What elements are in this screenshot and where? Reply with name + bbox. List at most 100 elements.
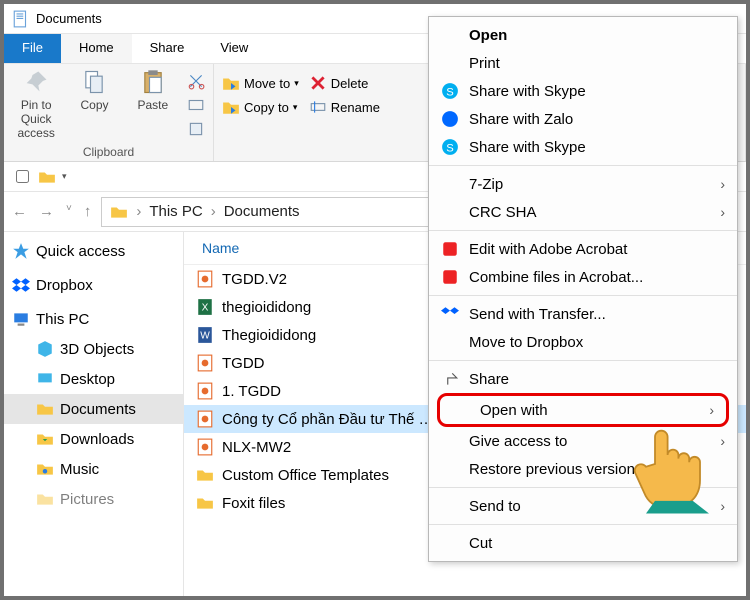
sidebar-item-dropbox[interactable]: Dropbox [4, 270, 183, 300]
nav-back-button[interactable]: ← [12, 203, 27, 220]
crumb-documents[interactable]: Documents [224, 203, 300, 220]
separator [429, 360, 737, 361]
folder-move-icon [222, 74, 240, 92]
svg-text:S: S [446, 87, 454, 99]
ctx-open[interactable]: Open [429, 21, 737, 49]
nav-recent-button[interactable]: ˅ [66, 203, 72, 220]
paste-button[interactable]: Paste [129, 68, 177, 112]
cube-icon [36, 340, 54, 358]
folder-copy-icon [222, 98, 240, 116]
select-all-checkbox[interactable] [16, 170, 29, 183]
desktop-icon [36, 370, 54, 388]
pin-icon [22, 68, 50, 96]
ctx-share-skype[interactable]: SShare with Skype [429, 77, 737, 105]
tab-home[interactable]: Home [61, 34, 132, 63]
pin-to-quick-access-button[interactable]: Pin to Quick access [12, 68, 60, 140]
chevron-right-icon: › [720, 176, 725, 192]
pdf-icon [196, 354, 214, 372]
word-icon: W [196, 326, 214, 344]
ctx-share-skype[interactable]: SShare with Skype [429, 133, 737, 161]
dropbox-icon [441, 305, 459, 323]
separator [429, 165, 737, 166]
navigation-pane: Quick access Dropbox This PC 3D Objects … [4, 232, 184, 596]
sidebar-item-3d-objects[interactable]: 3D Objects [4, 334, 183, 364]
sidebar-item-music[interactable]: Music [4, 454, 183, 484]
rename-icon [309, 98, 327, 116]
rename-button[interactable]: Rename [309, 98, 380, 116]
move-to-button[interactable]: Move to ▾ [222, 74, 299, 92]
ctx-open-with[interactable]: Open with› [440, 396, 726, 424]
ctx-send-to[interactable]: Send to› [429, 492, 737, 520]
paste-shortcut-icon[interactable] [187, 120, 205, 138]
highlight-open-with: Open with› [437, 393, 729, 427]
svg-text:W: W [200, 330, 210, 341]
separator [429, 295, 737, 296]
chevron-right-icon: › [720, 498, 725, 514]
tab-view[interactable]: View [202, 34, 266, 63]
share-icon [441, 370, 459, 388]
copy-button[interactable]: Copy [70, 68, 118, 112]
copy-path-icon[interactable] [187, 96, 205, 114]
context-menu: Open Print SShare with Skype Share with … [428, 16, 738, 562]
sidebar-item-documents[interactable]: Documents [4, 394, 183, 424]
folder-small-icon [110, 203, 128, 221]
chevron-right-icon: › [720, 433, 725, 449]
separator [429, 487, 737, 488]
excel-icon: X [196, 298, 214, 316]
chevron-right-icon: › [720, 204, 725, 220]
acrobat-icon [441, 240, 459, 258]
chevron-right-icon: › [709, 402, 714, 418]
crumb-this-pc[interactable]: This PC [149, 203, 202, 220]
folder-icon [196, 494, 214, 512]
ctx-share-zalo[interactable]: Share with Zalo [429, 105, 737, 133]
tab-share[interactable]: Share [132, 34, 203, 63]
sidebar-item-quick-access[interactable]: Quick access [4, 236, 183, 266]
pictures-icon [36, 490, 54, 508]
ctx-give-access-to[interactable]: Give access to› [429, 427, 737, 455]
dropbox-icon [12, 276, 30, 294]
svg-text:X: X [202, 302, 209, 313]
ctx-cut[interactable]: Cut [429, 529, 737, 557]
sidebar-item-downloads[interactable]: Downloads [4, 424, 183, 454]
ctx-print[interactable]: Print [429, 49, 737, 77]
ctx-restore-previous[interactable]: Restore previous versions [429, 455, 737, 483]
skype-icon: S [441, 82, 459, 100]
pdf-icon [196, 270, 214, 288]
delete-button[interactable]: Delete [309, 74, 380, 92]
app-icon [12, 10, 30, 28]
ribbon-group-clipboard-label: Clipboard [12, 145, 205, 159]
pdf-icon [196, 382, 214, 400]
sidebar-item-pictures[interactable]: Pictures [4, 484, 183, 514]
acrobat-icon [441, 268, 459, 286]
separator [429, 524, 737, 525]
ctx-edit-acrobat[interactable]: Edit with Adobe Acrobat [429, 235, 737, 263]
window-title: Documents [36, 11, 102, 26]
nav-forward-button[interactable]: → [39, 203, 54, 220]
ctx-crc-sha[interactable]: CRC SHA› [429, 198, 737, 226]
skype-icon: S [441, 138, 459, 156]
star-icon [12, 242, 30, 260]
sidebar-item-desktop[interactable]: Desktop [4, 364, 183, 394]
ctx-combine-acrobat[interactable]: Combine files in Acrobat... [429, 263, 737, 291]
folder-icon [36, 400, 54, 418]
ctx-send-transfer[interactable]: Send with Transfer... [429, 300, 737, 328]
copy-icon [80, 68, 108, 96]
ctx-7zip[interactable]: 7-Zip› [429, 170, 737, 198]
delete-icon [309, 74, 327, 92]
folder-icon [196, 466, 214, 484]
separator [429, 230, 737, 231]
folder-small-icon [38, 168, 56, 186]
sidebar-item-this-pc[interactable]: This PC [4, 304, 183, 334]
ctx-move-dropbox[interactable]: Move to Dropbox [429, 328, 737, 356]
svg-text:S: S [446, 143, 454, 155]
cut-icon[interactable] [187, 72, 205, 90]
copy-to-button[interactable]: Copy to ▾ [222, 98, 299, 116]
paste-icon [139, 68, 167, 96]
monitor-icon [12, 310, 30, 328]
music-icon [36, 460, 54, 478]
download-icon [36, 430, 54, 448]
nav-up-button[interactable]: ↑ [84, 203, 92, 220]
tab-file[interactable]: File [4, 34, 61, 63]
ctx-share[interactable]: Share [429, 365, 737, 393]
zalo-icon [441, 110, 459, 128]
